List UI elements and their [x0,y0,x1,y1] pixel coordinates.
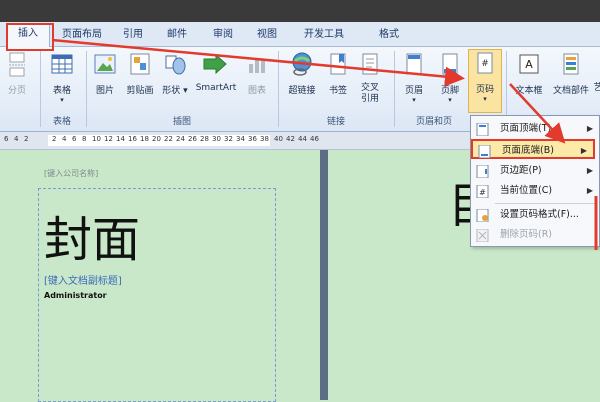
annotation-arrows [51,38,598,250]
arrow-to-menu [509,83,566,144]
arrow-insert-to-page-number [51,38,465,87]
